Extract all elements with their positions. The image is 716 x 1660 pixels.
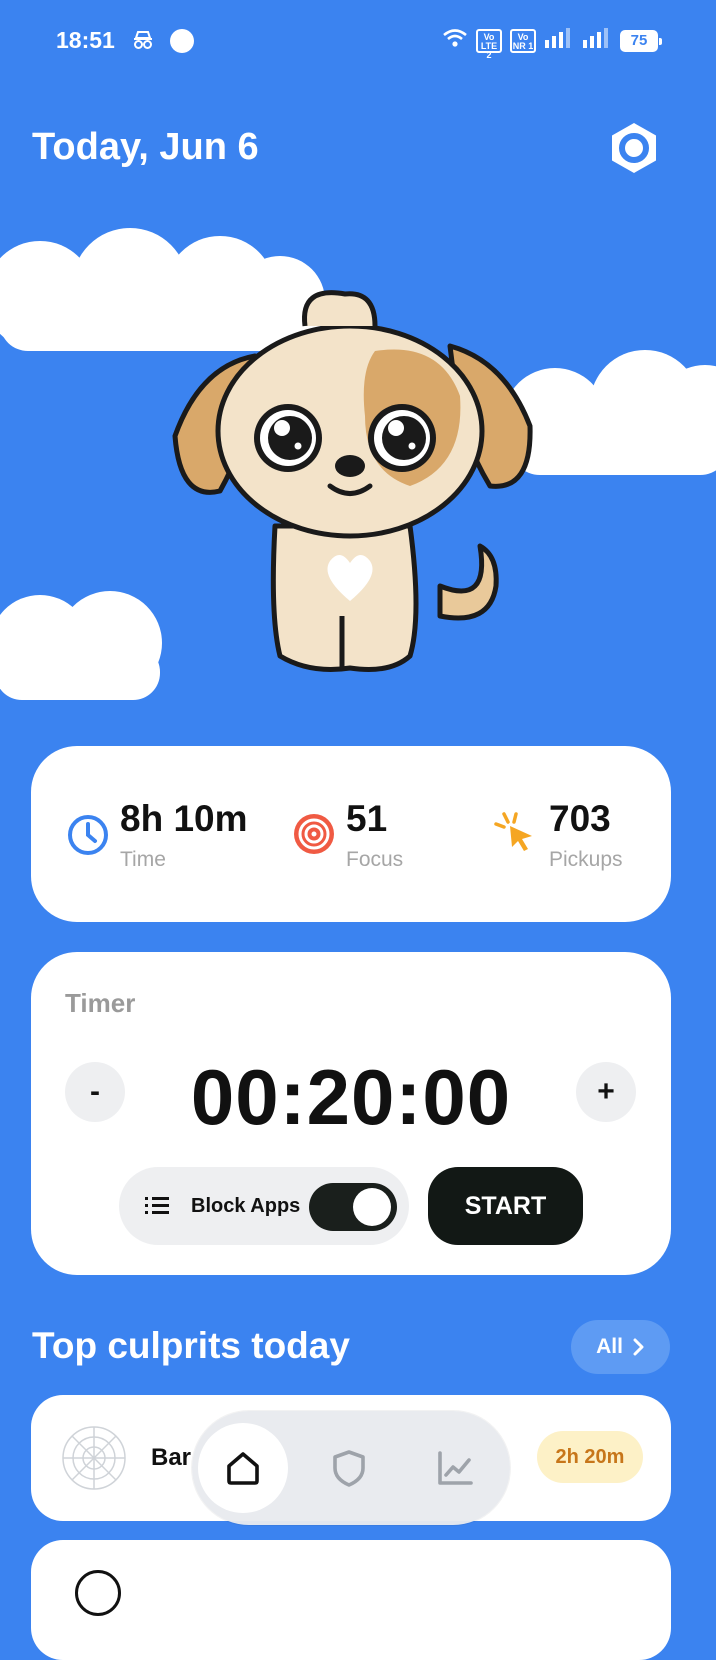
app-name: Bar (151, 1444, 192, 1471)
status-time: 18:51 (56, 27, 115, 53)
stat-focus-label: Focus (346, 848, 404, 871)
view-all-label: All (596, 1335, 623, 1358)
list-icon (145, 1197, 169, 1214)
status-bar: 18:51 Vo LTE 2 Vo NR 1 75 (0, 0, 716, 84)
block-apps-toggle[interactable] (309, 1183, 397, 1231)
chevron-right-icon (633, 1338, 644, 1356)
timer-card: Timer - 00:20:00 + Block Apps START (31, 952, 671, 1275)
nav-shield[interactable] (304, 1423, 394, 1513)
stat-pickups-value: 703 (549, 798, 611, 839)
sim2-badge: Vo NR 1 (510, 28, 536, 53)
cloud-illustration-left (0, 591, 162, 700)
timer-value: 00:20:00 (190, 1053, 512, 1141)
nav-chart[interactable] (410, 1423, 500, 1513)
app-usage-badge: 2h 20m (537, 1431, 643, 1483)
target-icon (294, 814, 334, 854)
view-all-button[interactable]: All (571, 1320, 670, 1374)
stats-card: 8h 10m Time 51 Focus 703 Pickups (31, 746, 671, 922)
start-button[interactable]: START (428, 1167, 583, 1245)
app-placeholder-icon (62, 1426, 126, 1490)
stat-time-value: 8h 10m (120, 798, 248, 839)
dog-mascot-illustration (172, 290, 533, 672)
section-title: Top culprits today (32, 1325, 350, 1366)
stat-focus-value: 51 (346, 798, 388, 839)
stat-time-label: Time (120, 848, 166, 871)
block-apps-control[interactable]: Block Apps (119, 1167, 409, 1245)
settings-hexagon-icon (612, 123, 656, 173)
timer-label: Timer (65, 988, 136, 1018)
battery-indicator: 75 (620, 29, 662, 52)
chart-icon (438, 1451, 473, 1485)
sim1-badge: Vo LTE 2 (476, 28, 502, 59)
notification-dot-icon (170, 29, 194, 53)
nav-home[interactable] (198, 1423, 288, 1513)
home-icon (227, 1452, 259, 1485)
shield-icon (333, 1450, 365, 1487)
wifi-icon (442, 28, 468, 53)
stat-pickups-label: Pickups (549, 848, 623, 871)
timer-increase-button[interactable]: + (576, 1062, 636, 1122)
block-apps-label: Block Apps (191, 1195, 301, 1217)
signal-icon (544, 28, 574, 53)
signal-icon-2 (582, 28, 612, 53)
tap-icon (494, 812, 532, 851)
toggle-knob (353, 1188, 391, 1226)
clock-icon (68, 815, 108, 855)
list-item[interactable] (31, 1540, 671, 1660)
settings-button[interactable] (606, 120, 662, 176)
page-title: Today, Jun 6 (32, 126, 259, 168)
app-icon (75, 1570, 121, 1616)
incognito-icon (132, 29, 154, 56)
bottom-nav (192, 1411, 510, 1525)
